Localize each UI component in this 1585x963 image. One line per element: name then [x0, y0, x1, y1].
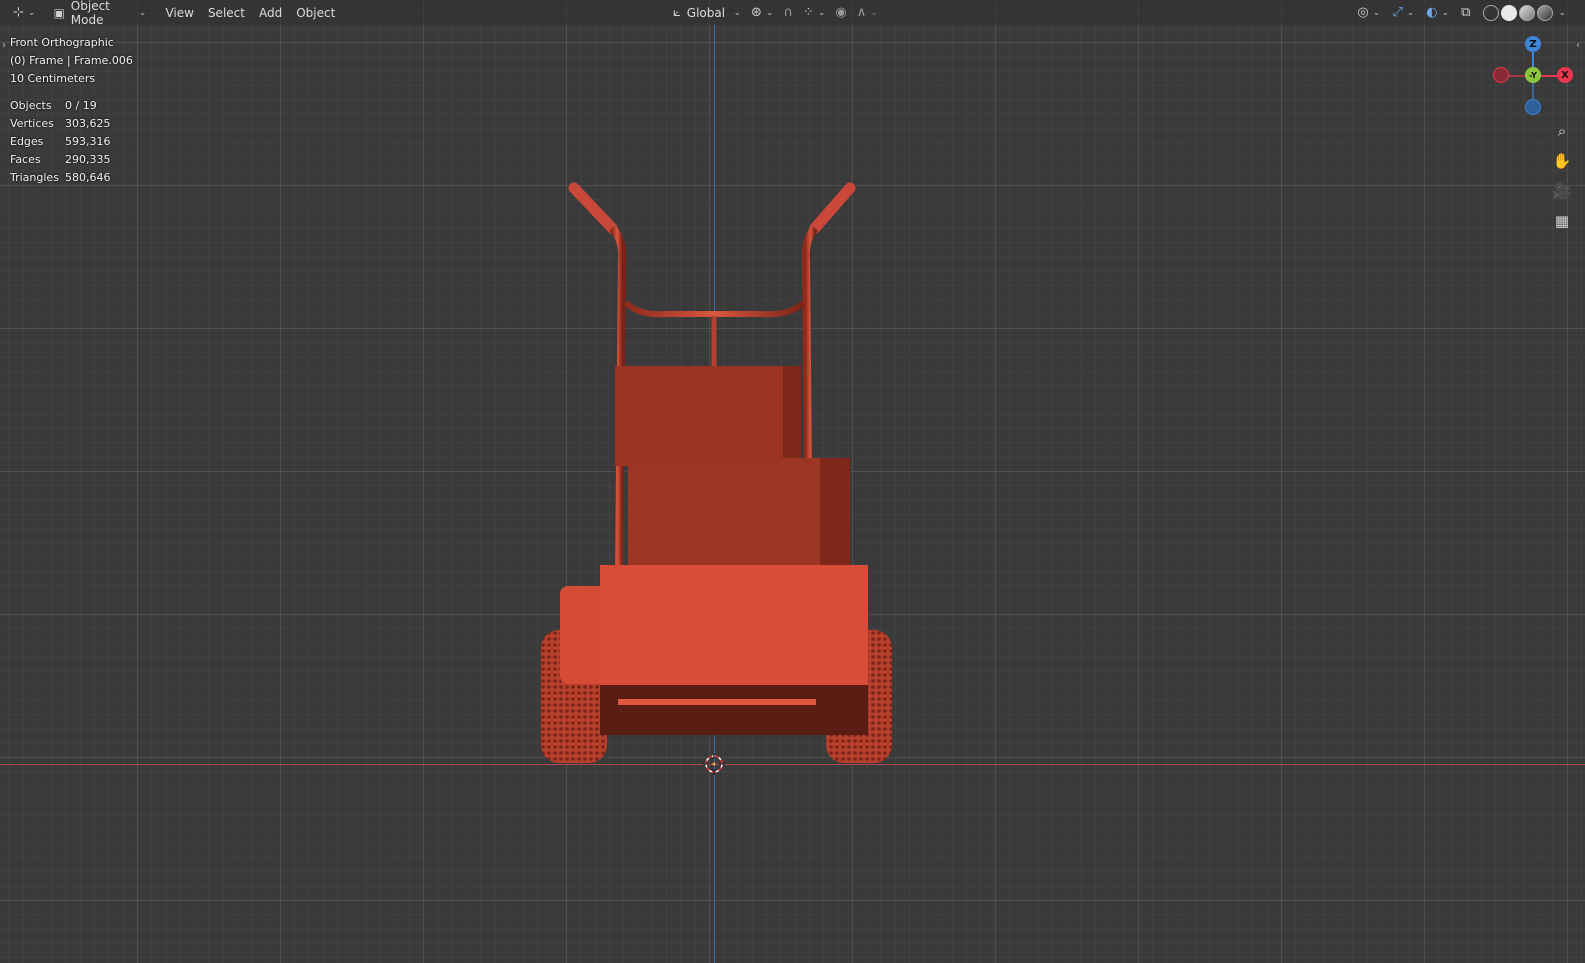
orientation-label: Global: [686, 5, 726, 20]
snap-toggle[interactable]: ∩: [778, 2, 798, 23]
proportional-edit-toggle[interactable]: ◉: [830, 2, 851, 23]
zoom-icon[interactable]: ⌕: [1551, 120, 1573, 142]
toolbar-expand-icon[interactable]: ›: [2, 40, 6, 51]
mode-label: Object Mode: [70, 0, 110, 27]
editor-type-button[interactable]: ⊹ ⌄: [8, 2, 40, 23]
stat-row: Faces 290,335: [10, 153, 111, 166]
falloff-curve-icon: ∧: [856, 5, 867, 20]
gizmo-toggle-icon: ⤢: [1392, 5, 1403, 20]
overlay-toggle-button[interactable]: ◐ ⌄: [1421, 2, 1454, 23]
base-box: [600, 565, 868, 685]
view-name: Front Orthographic: [10, 36, 114, 49]
object-info: (0) Frame | Frame.006: [10, 54, 133, 67]
snap-magnet-icon: ∩: [783, 5, 793, 20]
viewport-info: Front Orthographic (0) Frame | Frame.006…: [10, 34, 133, 88]
chevron-down-icon: ⌄: [817, 7, 826, 18]
chevron-down-icon: ⌄: [27, 7, 36, 18]
stat-row: Triangles 580,646: [10, 171, 111, 184]
ortho-grid-icon[interactable]: ▦: [1551, 210, 1573, 232]
chevron-down-icon[interactable]: ⌄: [1558, 8, 1566, 18]
stat-row: Objects 0 / 19: [10, 99, 97, 112]
snap-target-button[interactable]: ⁘ ⌄: [798, 2, 830, 23]
chevron-down-icon: ⌄: [1441, 7, 1450, 18]
stat-row: Vertices 303,625: [10, 117, 111, 130]
shading-modes: ⌄: [1477, 2, 1571, 23]
navigation-gizmo[interactable]: Z X -Y: [1490, 36, 1580, 120]
visibility-button[interactable]: ◎ ⌄: [1352, 2, 1385, 23]
pivot-point-icon: ⊛: [751, 5, 762, 20]
top-box: [615, 366, 785, 466]
transform-orientation-select[interactable]: ⟀ Global ⌄: [668, 2, 746, 23]
gizmo-x-button[interactable]: X: [1557, 67, 1573, 83]
header-tools: ⟀ Global ⌄ ⊛ ⌄ ∩ ⁘ ⌄ ◉ ∧ ⌄: [668, 2, 883, 23]
object-mode-icon: ▣: [53, 5, 65, 20]
snap-increment-icon: ⁘: [802, 5, 814, 20]
3d-cursor-icon[interactable]: [703, 753, 725, 775]
pan-hand-icon[interactable]: ✋: [1551, 150, 1573, 172]
chevron-down-icon: ⌄: [733, 7, 741, 18]
proportional-edit-icon: ◉: [835, 5, 847, 20]
falloff-button[interactable]: ∧ ⌄: [852, 2, 883, 23]
pivot-point-button[interactable]: ⊛ ⌄: [746, 2, 778, 23]
menu-add[interactable]: Add: [252, 6, 289, 20]
gizmo-neg-x-button[interactable]: [1493, 67, 1509, 83]
camera-view-icon[interactable]: 🎥: [1551, 180, 1573, 202]
header-menus: View Select Add Object: [158, 6, 342, 20]
gizmo-neg-z-button[interactable]: [1525, 99, 1541, 115]
viewport-header: ⊹ ⌄ ▣ Object Mode ⌄ View Select Add Objec…: [0, 0, 1585, 27]
chevron-down-icon: ⌄: [1406, 7, 1415, 18]
rendered-shading-icon[interactable]: [1537, 4, 1554, 21]
grid-scale: 10 Centimeters: [10, 72, 96, 85]
chevron-down-icon: ⌄: [765, 7, 774, 18]
stat-row: Edges 593,316: [10, 135, 111, 148]
mode-select[interactable]: ▣ Object Mode ⌄: [48, 0, 151, 27]
solid-shading-icon[interactable]: [1501, 4, 1518, 21]
gizmo-neg-y-button[interactable]: -Y: [1525, 67, 1541, 83]
view3d-icon: ⊹: [13, 5, 24, 20]
scene-stats: Objects 0 / 19 Vertices 303,625 Edges 593,3…: [10, 97, 111, 187]
menu-object[interactable]: Object: [289, 6, 342, 20]
xray-toggle-icon: ⧉: [1461, 5, 1471, 20]
header-right-tools: ◎ ⌄ ⤢ ⌄ ◐ ⌄ ⧉ ⌄: [1352, 2, 1571, 23]
gizmo-z-button[interactable]: Z: [1525, 36, 1541, 52]
hand-truck-model[interactable]: [0, 0, 1585, 963]
menu-view[interactable]: View: [158, 6, 200, 20]
cross-bar: [623, 300, 806, 318]
xray-toggle-button[interactable]: ⧉: [1456, 2, 1475, 23]
chevron-down-icon: ⌄: [138, 7, 147, 18]
gizmo-toggle-button[interactable]: ⤢ ⌄: [1387, 2, 1419, 23]
menu-select[interactable]: Select: [201, 6, 252, 20]
chevron-down-icon: ⌄: [1372, 7, 1381, 18]
overlay-toggle-icon: ◐: [1426, 5, 1438, 20]
orientation-icon: ⟀: [673, 5, 681, 20]
visibility-eye-icon: ◎: [1357, 5, 1369, 20]
chevron-down-icon: ⌄: [870, 7, 878, 18]
wireframe-shading-icon[interactable]: [1483, 4, 1500, 21]
middle-box: [628, 458, 823, 566]
material-preview-icon[interactable]: [1519, 4, 1536, 21]
